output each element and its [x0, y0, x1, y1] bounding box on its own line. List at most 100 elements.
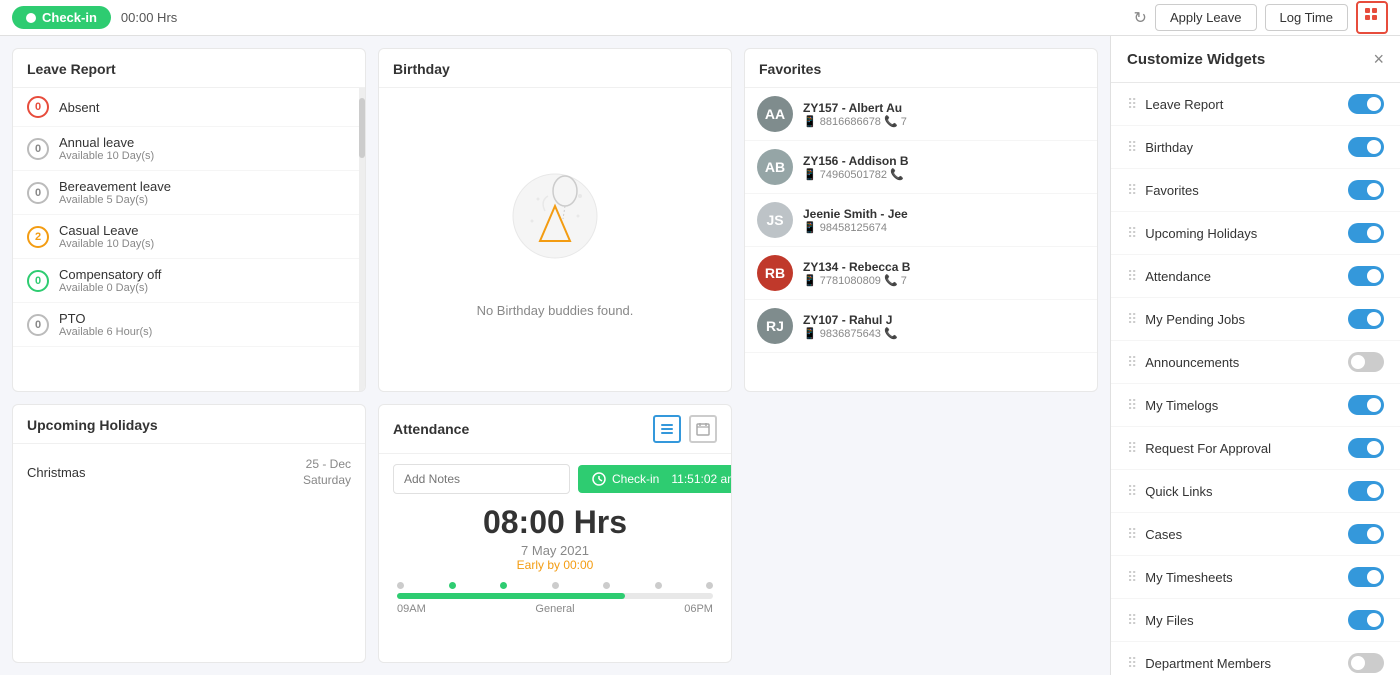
attendance-header: Attendance	[379, 405, 731, 454]
widget-label-area: ⠿ Announcements	[1127, 354, 1239, 371]
favorite-item[interactable]: AB ZY156 - Addison B 📱 74960501782 📞	[745, 141, 1097, 194]
widget-toggle[interactable]	[1348, 395, 1384, 415]
drag-handle-icon[interactable]: ⠿	[1127, 612, 1137, 629]
fav-info: ZY157 - Albert Au 📱 8816686678 📞 7	[803, 101, 1085, 128]
drag-handle-icon[interactable]: ⠿	[1127, 139, 1137, 156]
drag-handle-icon[interactable]: ⠿	[1127, 655, 1137, 672]
log-time-button[interactable]: Log Time	[1265, 4, 1348, 31]
widget-row: ⠿ My Timesheets	[1111, 556, 1400, 599]
leave-report-card: Leave Report 0 Absent 0 Annual leave Ava…	[12, 48, 366, 392]
widget-label-area: ⠿ Upcoming Holidays	[1127, 225, 1257, 242]
timeline-container: 09AM General 06PM	[393, 582, 717, 615]
leave-badge: 0	[27, 270, 49, 292]
favorites-title: Favorites	[745, 49, 1097, 88]
timeline-labels: 09AM General 06PM	[397, 603, 713, 615]
drag-handle-icon[interactable]: ⠿	[1127, 569, 1137, 586]
widget-label-area: ⠿ Birthday	[1127, 139, 1193, 156]
refresh-button[interactable]: ↻	[1134, 8, 1147, 28]
checkin-green-button[interactable]: Check-in 11:51:02 am	[578, 465, 732, 493]
widget-label: Upcoming Holidays	[1145, 226, 1257, 241]
widget-toggle[interactable]	[1348, 223, 1384, 243]
fav-avatar: JS	[757, 202, 793, 238]
timeline-dot	[449, 582, 456, 589]
leave-scrollbar[interactable]	[359, 88, 365, 391]
leave-badge: 0	[27, 138, 49, 160]
leave-badge: 0	[27, 96, 49, 118]
birthday-empty: No Birthday buddies found.	[379, 88, 731, 391]
leave-item: 2 Casual Leave Available 10 Day(s)	[13, 215, 359, 259]
widget-toggle[interactable]	[1348, 567, 1384, 587]
checkin-button[interactable]: Check-in	[12, 6, 111, 29]
birthday-illustration	[490, 161, 620, 291]
upcoming-holidays-card: Upcoming Holidays Christmas 25 - DecSatu…	[12, 404, 366, 664]
timeline-dot	[552, 582, 559, 589]
leave-avail: Available 10 Day(s)	[59, 238, 345, 250]
fav-name: ZY107 - Rahul J	[803, 313, 1085, 327]
widget-toggle[interactable]	[1348, 309, 1384, 329]
drag-handle-icon[interactable]: ⠿	[1127, 397, 1137, 414]
widget-toggle[interactable]	[1348, 481, 1384, 501]
widget-toggle[interactable]	[1348, 653, 1384, 673]
widget-toggle[interactable]	[1348, 94, 1384, 114]
timeline-end: 06PM	[684, 603, 713, 615]
drag-handle-icon[interactable]: ⠿	[1127, 268, 1137, 285]
customize-widgets-button[interactable]	[1356, 1, 1388, 34]
leave-name: PTO	[59, 311, 345, 326]
favorite-item[interactable]: RJ ZY107 - Rahul J 📱 9836875643 📞	[745, 300, 1097, 353]
drag-handle-icon[interactable]: ⠿	[1127, 311, 1137, 328]
widget-toggle[interactable]	[1348, 352, 1384, 372]
widget-row: ⠿ Leave Report	[1111, 83, 1400, 126]
leave-avail: Available 0 Day(s)	[59, 282, 345, 294]
add-notes-input[interactable]	[393, 464, 570, 494]
drag-handle-icon[interactable]: ⠿	[1127, 96, 1137, 113]
leave-item: 0 Bereavement leave Available 5 Day(s)	[13, 171, 359, 215]
drag-handle-icon[interactable]: ⠿	[1127, 526, 1137, 543]
favorite-item[interactable]: RB ZY134 - Rebecca B 📱 7781080809 📞 7	[745, 247, 1097, 300]
widget-row: ⠿ My Files	[1111, 599, 1400, 642]
timeline-bar-fill	[397, 593, 625, 599]
widget-toggle[interactable]	[1348, 266, 1384, 286]
holiday-item: Christmas 25 - DecSaturday	[13, 444, 365, 502]
leave-info: Casual Leave Available 10 Day(s)	[59, 223, 345, 250]
widget-label-area: ⠿ My Files	[1127, 612, 1194, 629]
fav-phone: 📱 74960501782 📞	[803, 168, 1085, 181]
leave-name: Bereavement leave	[59, 179, 345, 194]
attendance-calendar-icon[interactable]	[689, 415, 717, 443]
attendance-title: Attendance	[393, 421, 469, 437]
leave-list: 0 Absent 0 Annual leave Available 10 Day…	[13, 88, 359, 368]
fav-name: ZY157 - Albert Au	[803, 101, 1085, 115]
drag-handle-icon[interactable]: ⠿	[1127, 225, 1137, 242]
widget-label-area: ⠿ My Timesheets	[1127, 569, 1233, 586]
drag-handle-icon[interactable]: ⠿	[1127, 440, 1137, 457]
timeline-dot	[397, 582, 404, 589]
customize-panel: Customize Widgets × ⠿ Leave Report ⠿ Bir…	[1110, 36, 1400, 675]
col3-row2-spacer	[744, 404, 1098, 664]
drag-handle-icon[interactable]: ⠿	[1127, 354, 1137, 371]
widget-label: Birthday	[1145, 140, 1193, 155]
fav-name: ZY156 - Addison B	[803, 154, 1085, 168]
drag-handle-icon[interactable]: ⠿	[1127, 483, 1137, 500]
fav-phone: 📱 7781080809 📞 7	[803, 274, 1085, 287]
widget-toggle[interactable]	[1348, 610, 1384, 630]
widget-toggle[interactable]	[1348, 180, 1384, 200]
apply-leave-button[interactable]: Apply Leave	[1155, 4, 1257, 31]
widget-label: Leave Report	[1145, 97, 1223, 112]
drag-handle-icon[interactable]: ⠿	[1127, 182, 1137, 199]
favorite-item[interactable]: AA ZY157 - Albert Au 📱 8816686678 📞 7	[745, 88, 1097, 141]
close-panel-button[interactable]: ×	[1373, 50, 1384, 68]
fav-phone: 📱 8816686678 📞 7	[803, 115, 1085, 128]
leave-info: PTO Available 6 Hour(s)	[59, 311, 345, 338]
widget-toggle[interactable]	[1348, 137, 1384, 157]
attendance-list-icon[interactable]	[653, 415, 681, 443]
leave-name: Casual Leave	[59, 223, 345, 238]
widget-toggle[interactable]	[1348, 438, 1384, 458]
leave-info: Annual leave Available 10 Day(s)	[59, 135, 345, 162]
favorite-item[interactable]: JS Jeenie Smith - Jee 📱 98458125674	[745, 194, 1097, 247]
leave-avail: Available 10 Day(s)	[59, 150, 345, 162]
widget-toggle[interactable]	[1348, 524, 1384, 544]
checkin-time: 11:51:02 am	[671, 472, 732, 486]
widget-label-area: ⠿ Leave Report	[1127, 96, 1223, 113]
content-area: Leave Report 0 Absent 0 Annual leave Ava…	[0, 36, 1110, 675]
widget-label: My Files	[1145, 613, 1193, 628]
birthday-card: Birthday No Birthday bud	[378, 48, 732, 392]
